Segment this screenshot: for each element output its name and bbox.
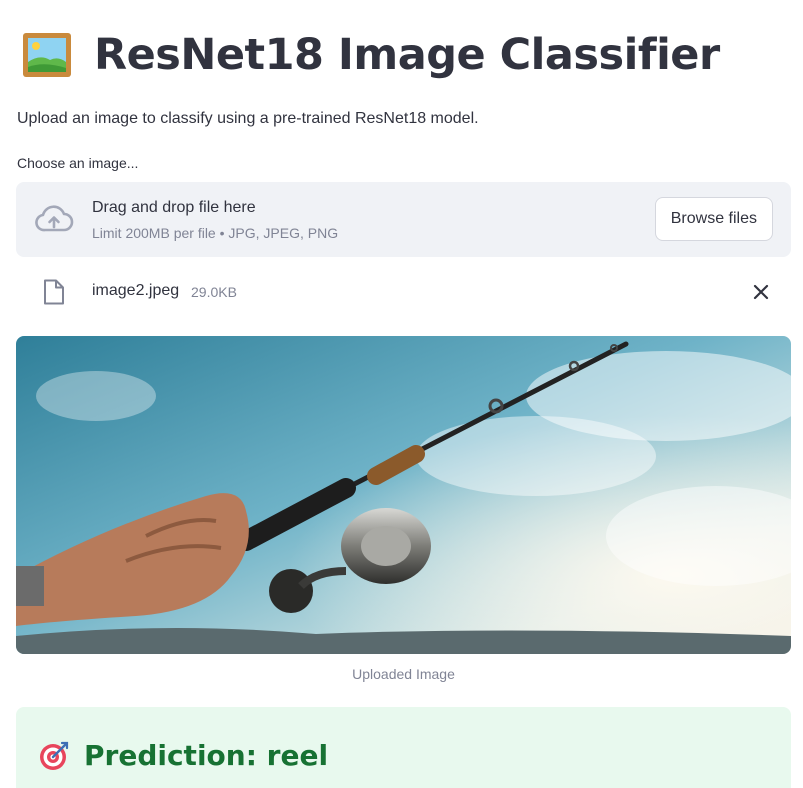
fishing-reel-photo [16, 336, 791, 654]
image-caption: Uploaded Image [352, 666, 455, 682]
uploaded-file-name: image2.jpeg [92, 282, 180, 299]
page-subtitle: Upload an image to classify using a pre-… [17, 110, 479, 127]
prediction-text: Prediction: reel [84, 739, 329, 772]
file-dropzone[interactable]: Drag and drop file here Limit 200MB per … [16, 182, 791, 257]
dropzone-limit-text: Limit 200MB per file • JPG, JPEG, PNG [92, 225, 339, 241]
uploaded-image [16, 336, 791, 654]
cloud-upload-icon [35, 205, 74, 232]
framed-picture-icon [23, 33, 71, 77]
title-row: ResNet18 Image Classifier [22, 30, 720, 80]
prediction-alert: Prediction: reel [16, 707, 791, 788]
file-uploader-label: Choose an image... [17, 155, 139, 171]
uploaded-file-size: 29.0KB [191, 284, 237, 300]
target-icon [40, 741, 69, 770]
uploaded-file-row: image2.jpeg 29.0KB [16, 272, 791, 312]
file-icon [44, 279, 64, 305]
prediction-row: Prediction: reel [38, 739, 328, 772]
dropzone-instructions: Drag and drop file here [92, 199, 256, 216]
app-page: ResNet18 Image Classifier Upload an imag… [0, 0, 803, 788]
page-title: ResNet18 Image Classifier [94, 29, 720, 80]
browse-files-button[interactable]: Browse files [654, 197, 773, 241]
close-icon[interactable] [751, 282, 771, 302]
